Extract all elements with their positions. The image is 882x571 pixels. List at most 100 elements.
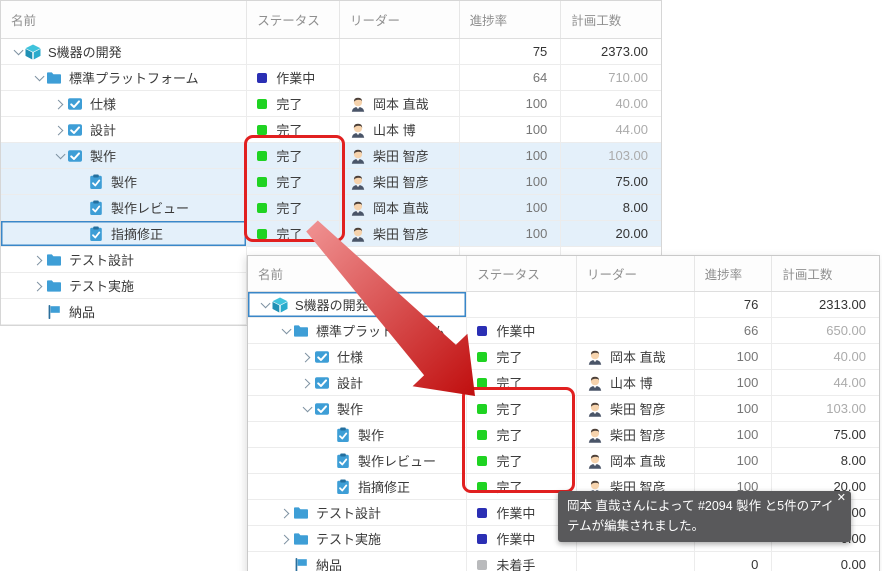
leader-name: 岡本 直哉 <box>610 451 666 470</box>
status-badge: 完了 <box>276 224 302 243</box>
task-name-label: S機器の開発 <box>295 295 369 314</box>
name-cell: 仕様 <box>1 91 247 116</box>
table-row-before-1[interactable]: 標準プラットフォーム作業中64710.00 <box>1 65 661 91</box>
toast-close-button[interactable]: ✕ <box>837 493 846 504</box>
name-cell: S機器の開発 <box>1 39 247 64</box>
chevron-right-icon[interactable] <box>277 531 293 547</box>
column-header-name[interactable]: 名前 <box>1 1 247 38</box>
column-header-name[interactable]: 名前 <box>248 256 467 291</box>
table-row-before-7[interactable]: 指摘修正完了柴田 智彦10020.00 <box>1 221 661 247</box>
clipboard-icon <box>88 174 104 190</box>
table-row-before-0[interactable]: S機器の開発752373.00 <box>1 39 661 65</box>
leader-cell: 柴田 智彦 <box>340 221 460 246</box>
status-badge: 完了 <box>496 425 522 444</box>
chevron-right-icon[interactable] <box>51 96 67 112</box>
column-header-progress[interactable]: 進捗率 <box>695 256 773 291</box>
avatar-icon <box>587 453 603 469</box>
status-cell: 作業中 <box>467 318 577 343</box>
chevron-down-icon[interactable] <box>30 70 46 86</box>
leader-name: 岡本 直哉 <box>373 94 429 113</box>
status-badge: 完了 <box>276 94 302 113</box>
status-color-square <box>257 73 267 83</box>
flag-icon <box>46 304 62 320</box>
table-row-after-0[interactable]: S機器の開発762313.00 <box>248 292 879 318</box>
planned-hours-value: 40.00 <box>772 344 879 369</box>
status-color-square <box>477 534 487 544</box>
clipboard-icon <box>335 479 351 495</box>
progress-value: 0 <box>695 552 773 571</box>
leader-cell: 柴田 智彦 <box>577 396 695 421</box>
status-color-square <box>477 352 487 362</box>
avatar-icon <box>350 200 366 216</box>
column-header-planned-hours[interactable]: 計画工数 <box>772 256 879 291</box>
column-header-leader[interactable]: リーダー <box>577 256 695 291</box>
name-cell: 納品 <box>248 552 467 571</box>
progress-value: 100 <box>460 221 562 246</box>
table-row-before-2[interactable]: 仕様完了岡本 直哉10040.00 <box>1 91 661 117</box>
chevron-down-icon[interactable] <box>9 44 25 60</box>
task-name-label: 製作 <box>337 399 363 418</box>
table-row-after-1[interactable]: 標準プラットフォーム作業中66650.00 <box>248 318 879 344</box>
chevron-right-icon[interactable] <box>277 505 293 521</box>
task-name-label: 標準プラットフォーム <box>316 321 446 340</box>
planned-hours-value: 40.00 <box>561 91 661 116</box>
leader-name: 柴田 智彦 <box>373 146 429 165</box>
leader-name: 柴田 智彦 <box>373 224 429 243</box>
name-cell: S機器の開発 <box>248 292 467 317</box>
table-row-after-10[interactable]: 納品未着手00.00 <box>248 552 879 571</box>
task-name-label: テスト設計 <box>316 503 381 522</box>
progress-value: 100 <box>460 117 562 142</box>
folder-icon <box>293 505 309 521</box>
table-row-before-5[interactable]: 製作完了柴田 智彦10075.00 <box>1 169 661 195</box>
table-row-after-6[interactable]: 製作レビュー完了岡本 直哉1008.00 <box>248 448 879 474</box>
leader-name: 山本 博 <box>373 120 416 139</box>
table-row-after-4[interactable]: 製作完了柴田 智彦100103.00 <box>248 396 879 422</box>
leader-cell: 岡本 直哉 <box>340 91 460 116</box>
table-row-before-3[interactable]: 設計完了山本 博10044.00 <box>1 117 661 143</box>
chevron-down-icon[interactable] <box>256 297 272 313</box>
task-name-label: 標準プラットフォーム <box>69 68 199 87</box>
chevron-down-icon[interactable] <box>51 148 67 164</box>
status-cell: 完了 <box>247 169 340 194</box>
task-group-icon <box>67 148 83 164</box>
status-cell: 完了 <box>467 370 577 395</box>
name-cell: 標準プラットフォーム <box>248 318 467 343</box>
chevron-down-icon[interactable] <box>298 401 314 417</box>
status-cell: 完了 <box>247 117 340 142</box>
table-row-after-3[interactable]: 設計完了山本 博10044.00 <box>248 370 879 396</box>
table-row-before-4[interactable]: 製作完了柴田 智彦100103.00 <box>1 143 661 169</box>
leader-cell <box>340 65 460 90</box>
status-color-square <box>257 151 267 161</box>
chevron-down-icon[interactable] <box>277 323 293 339</box>
status-cell: 完了 <box>247 143 340 168</box>
avatar-icon <box>350 122 366 138</box>
clipboard-icon <box>335 427 351 443</box>
status-badge: 完了 <box>276 172 302 191</box>
table-row-before-6[interactable]: 製作レビュー完了岡本 直哉1008.00 <box>1 195 661 221</box>
column-header-progress[interactable]: 進捗率 <box>460 1 562 38</box>
table-row-after-5[interactable]: 製作完了柴田 智彦10075.00 <box>248 422 879 448</box>
column-header-status[interactable]: ステータス <box>467 256 577 291</box>
column-header-leader[interactable]: リーダー <box>340 1 460 38</box>
clipboard-icon <box>335 453 351 469</box>
status-cell: 完了 <box>247 91 340 116</box>
status-cell: 完了 <box>247 221 340 246</box>
chevron-right-icon[interactable] <box>298 349 314 365</box>
table-row-after-2[interactable]: 仕様完了岡本 直哉10040.00 <box>248 344 879 370</box>
progress-value: 100 <box>460 195 562 220</box>
name-cell: 製作 <box>1 169 247 194</box>
status-badge: 完了 <box>276 146 302 165</box>
chevron-right-icon[interactable] <box>30 278 46 294</box>
leader-cell: 柴田 智彦 <box>577 422 695 447</box>
column-header-planned-hours[interactable]: 計画工数 <box>561 1 661 38</box>
chevron-right-icon[interactable] <box>298 375 314 391</box>
chevron-right-icon[interactable] <box>30 252 46 268</box>
name-cell: 製作 <box>248 422 467 447</box>
status-color-square <box>477 482 487 492</box>
column-header-status[interactable]: ステータス <box>247 1 340 38</box>
task-group-icon <box>67 96 83 112</box>
task-group-icon <box>314 375 330 391</box>
flag-icon <box>293 557 309 571</box>
name-cell: テスト実施 <box>1 273 247 298</box>
chevron-right-icon[interactable] <box>51 122 67 138</box>
